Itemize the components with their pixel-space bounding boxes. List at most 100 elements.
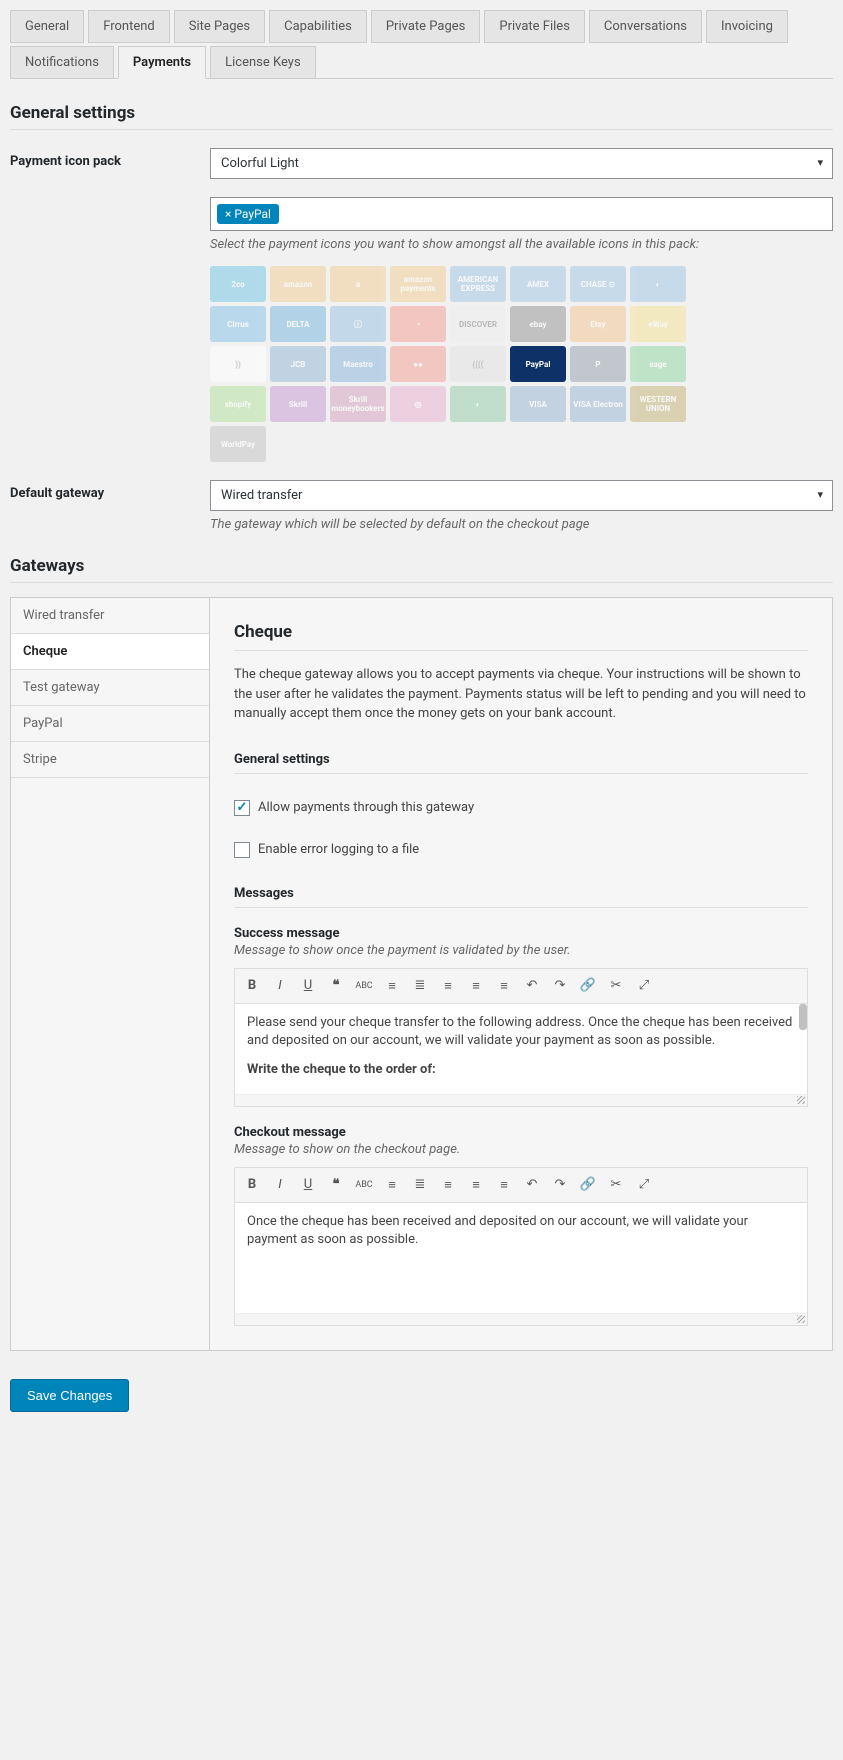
payment-icon--[interactable]: ◔ — [390, 306, 446, 342]
tab-frontend[interactable]: Frontend — [88, 10, 170, 43]
default-gateway-select[interactable]: Wired transfer — [210, 480, 833, 511]
payment-icon-delta[interactable]: DELTA — [270, 306, 326, 342]
payment-icon-paypal[interactable]: PayPal — [510, 346, 566, 382]
redo-icon[interactable]: ↷ — [547, 973, 573, 999]
gateway-nav-stripe[interactable]: Stripe — [11, 742, 209, 778]
payment-icon--[interactable]: ●● — [390, 346, 446, 382]
payment-icon--[interactable]: ◐ — [450, 386, 506, 422]
link-icon[interactable]: 🔗 — [575, 973, 601, 999]
payment-icon-visa[interactable]: VISA — [510, 386, 566, 422]
redo-icon[interactable]: ↷ — [547, 1172, 573, 1198]
scrollbar-thumb[interactable] — [799, 1004, 807, 1030]
tabs-nav: GeneralFrontendSite PagesCapabilitiesPri… — [10, 10, 833, 79]
icon-pack-select[interactable]: Colorful Light — [210, 148, 833, 179]
quote-icon[interactable]: ❝ — [323, 1172, 349, 1198]
tab-private-files[interactable]: Private Files — [484, 10, 585, 43]
underline-icon[interactable]: U — [295, 973, 321, 999]
payment-icon-sage[interactable]: sage — [630, 346, 686, 382]
link-icon[interactable]: 🔗 — [575, 1172, 601, 1198]
gateway-nav-wired-transfer[interactable]: Wired transfer — [11, 598, 209, 634]
payment-icon-amex[interactable]: AMEX — [510, 266, 566, 302]
paypal-tag[interactable]: × PayPal — [217, 204, 279, 224]
payment-icon-visa-electron[interactable]: VISA Electron — [570, 386, 626, 422]
payment-icon-discover[interactable]: DISCOVER — [450, 306, 506, 342]
icon-help: Select the payment icons you want to sho… — [210, 237, 833, 252]
align-center-icon[interactable]: ≡ — [463, 1172, 489, 1198]
payment-icon--[interactable]: ⓘ — [330, 306, 386, 342]
resize-handle[interactable] — [235, 1313, 807, 1325]
checkout-message-editor: BIU❝ABC≡≣≡≡≡↶↷🔗✂⤢ Once the cheque has be… — [234, 1167, 808, 1326]
italic-icon[interactable]: I — [267, 973, 293, 999]
payment-icon-etsy[interactable]: Etsy — [570, 306, 626, 342]
gateway-nav-cheque[interactable]: Cheque — [11, 634, 209, 670]
payment-icon-2co[interactable]: 2co — [210, 266, 266, 302]
payment-icon-amazon-payments[interactable]: amazon payments — [390, 266, 446, 302]
gateway-nav-paypal[interactable]: PayPal — [11, 706, 209, 742]
resize-handle[interactable] — [235, 1094, 807, 1106]
error-logging-checkbox[interactable] — [234, 842, 250, 858]
payment-icon-american-express[interactable]: AMERICAN EXPRESS — [450, 266, 506, 302]
tab-invoicing[interactable]: Invoicing — [706, 10, 788, 43]
tab-general[interactable]: General — [10, 10, 84, 43]
payment-icon-skrill-moneybookers[interactable]: Skrill moneybookers — [330, 386, 386, 422]
unlink-icon[interactable]: ✂ — [603, 1172, 629, 1198]
tab-notifications[interactable]: Notifications — [10, 46, 114, 79]
ul-icon[interactable]: ≡ — [379, 973, 405, 999]
tab-site-pages[interactable]: Site Pages — [174, 10, 265, 43]
align-right-icon[interactable]: ≡ — [491, 1172, 517, 1198]
undo-icon[interactable]: ↶ — [519, 1172, 545, 1198]
payment-icon-amazon[interactable]: amazon — [270, 266, 326, 302]
unlink-icon[interactable]: ✂ — [603, 973, 629, 999]
checkout-message-body[interactable]: Once the cheque has been received and de… — [235, 1203, 807, 1313]
payment-icon-shopify[interactable]: shopify — [210, 386, 266, 422]
gateway-title: Cheque — [234, 622, 808, 651]
payment-icon--[interactable]: )) — [210, 346, 266, 382]
strike-icon[interactable]: ABC — [351, 1172, 377, 1198]
payment-icon-chase-[interactable]: CHASE ⊙ — [570, 266, 626, 302]
allow-payments-checkbox[interactable] — [234, 800, 250, 816]
fullscreen-icon[interactable]: ⤢ — [631, 973, 657, 999]
gateway-nav-test-gateway[interactable]: Test gateway — [11, 670, 209, 706]
icon-tag-input[interactable]: × PayPal — [210, 197, 833, 231]
success-message-body[interactable]: Please send your cheque transfer to the … — [235, 1004, 807, 1094]
payment-icon-jcb[interactable]: JCB — [270, 346, 326, 382]
tab-private-pages[interactable]: Private Pages — [371, 10, 481, 43]
payment-icon-a[interactable]: a — [330, 266, 386, 302]
payment-icon-skrill[interactable]: Skrill — [270, 386, 326, 422]
success-message-help: Message to show once the payment is vali… — [234, 943, 808, 958]
align-left-icon[interactable]: ≡ — [435, 1172, 461, 1198]
quote-icon[interactable]: ❝ — [323, 973, 349, 999]
checkout-message-label: Checkout message — [234, 1125, 808, 1140]
payment-icon-western-union[interactable]: WESTERN UNION — [630, 386, 686, 422]
payment-icon-cirrus[interactable]: Cirrus — [210, 306, 266, 342]
checkout-toolbar: BIU❝ABC≡≣≡≡≡↶↷🔗✂⤢ — [235, 1168, 807, 1203]
save-changes-button[interactable]: Save Changes — [10, 1379, 129, 1412]
payment-icon-p[interactable]: P — [570, 346, 626, 382]
default-gateway-help: The gateway which will be selected by de… — [210, 517, 833, 532]
tab-capabilities[interactable]: Capabilities — [269, 10, 367, 43]
payment-icon--[interactable]: (((( — [450, 346, 506, 382]
italic-icon[interactable]: I — [267, 1172, 293, 1198]
strike-icon[interactable]: ABC — [351, 973, 377, 999]
ul-icon[interactable]: ≡ — [379, 1172, 405, 1198]
payment-icon-maestro[interactable]: Maestro — [330, 346, 386, 382]
align-right-icon[interactable]: ≡ — [491, 973, 517, 999]
payment-icon--[interactable]: ◐ — [630, 266, 686, 302]
align-left-icon[interactable]: ≡ — [435, 973, 461, 999]
tab-payments[interactable]: Payments — [118, 46, 206, 79]
payment-icon--[interactable]: ◎ — [390, 386, 446, 422]
payment-icon-eway[interactable]: eWay — [630, 306, 686, 342]
tab-conversations[interactable]: Conversations — [589, 10, 702, 43]
payment-icon-ebay[interactable]: ebay — [510, 306, 566, 342]
bold-icon[interactable]: B — [239, 1172, 265, 1198]
tab-license-keys[interactable]: License Keys — [210, 46, 316, 79]
underline-icon[interactable]: U — [295, 1172, 321, 1198]
ol-icon[interactable]: ≣ — [407, 1172, 433, 1198]
fullscreen-icon[interactable]: ⤢ — [631, 1172, 657, 1198]
ol-icon[interactable]: ≣ — [407, 973, 433, 999]
undo-icon[interactable]: ↶ — [519, 973, 545, 999]
bold-icon[interactable]: B — [239, 973, 265, 999]
align-center-icon[interactable]: ≡ — [463, 973, 489, 999]
gateways-nav: Wired transferChequeTest gatewayPayPalSt… — [10, 597, 210, 1351]
payment-icon-worldpay[interactable]: WorldPay — [210, 426, 266, 462]
